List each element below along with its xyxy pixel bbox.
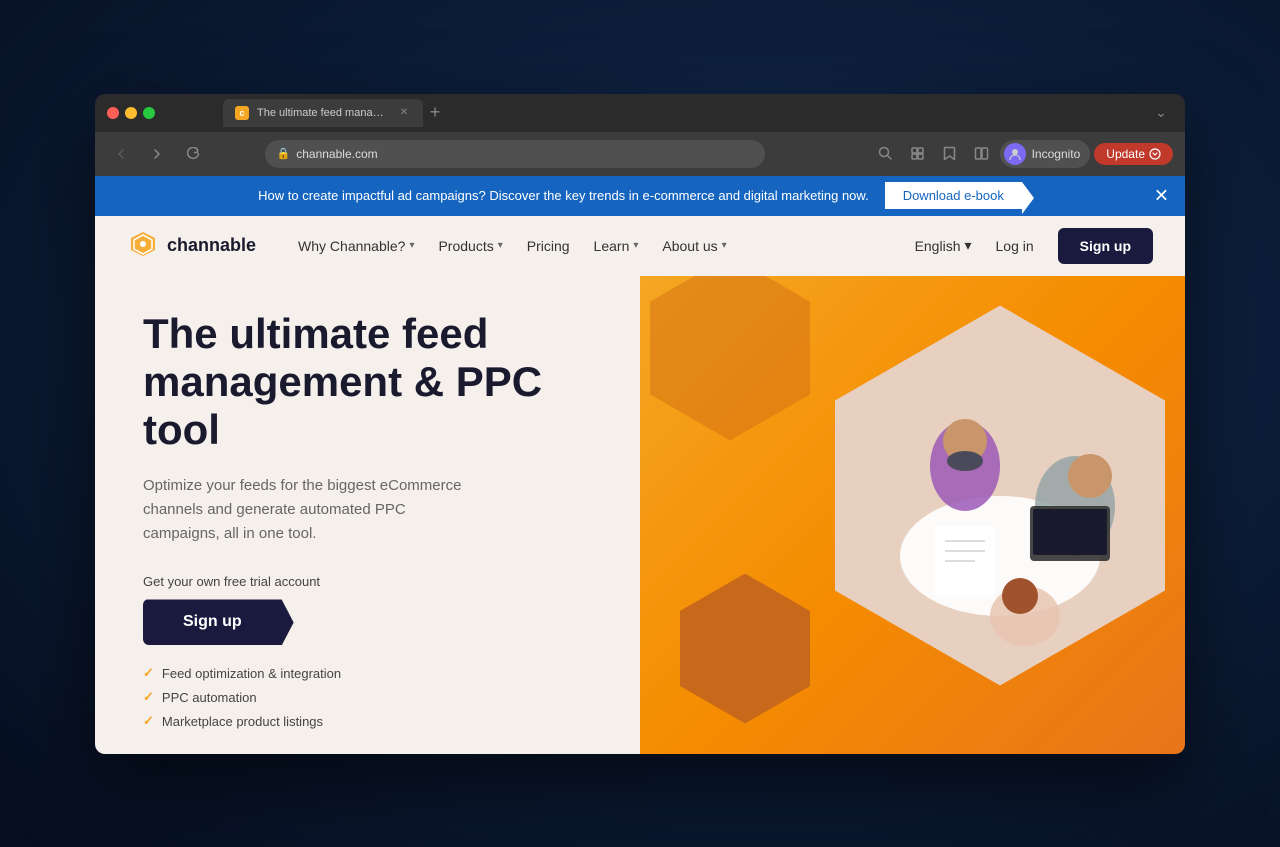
reading-view-icon[interactable]: [968, 140, 996, 168]
checkmark-icon: ✓: [143, 665, 154, 681]
hero-illustration: [640, 276, 1185, 754]
tab-close-button[interactable]: ✕: [397, 106, 411, 120]
profile-avatar: [1004, 143, 1026, 165]
traffic-lights: [107, 107, 155, 119]
feature-item-1: ✓ Feed optimization & integration: [143, 665, 600, 681]
browser-titlebar: c The ultimate feed managemen ✕ + ⌄: [95, 94, 1185, 132]
nav-learn[interactable]: Learn ▾: [584, 232, 649, 260]
logo[interactable]: channable: [127, 230, 256, 262]
team-photo-hex: [835, 306, 1165, 686]
nav-signup-button[interactable]: Sign up: [1058, 228, 1153, 264]
extensions-icon[interactable]: [904, 140, 932, 168]
nav-links: Why Channable? ▾ Products ▾ Pricing Lear…: [288, 232, 915, 260]
login-button[interactable]: Log in: [984, 232, 1046, 260]
chevron-down-icon: ▾: [964, 237, 971, 254]
main-nav: channable Why Channable? ▾ Products ▾ Pr…: [95, 216, 1185, 276]
tab-favicon: c: [235, 106, 249, 120]
language-selector[interactable]: English ▾: [915, 237, 972, 254]
feature-item-3: ✓ Marketplace product listings: [143, 713, 600, 729]
search-icon[interactable]: [872, 140, 900, 168]
new-tab-button[interactable]: +: [423, 101, 447, 125]
address-input[interactable]: 🔒 channable.com: [265, 140, 765, 168]
hex-decoration-top: [650, 276, 810, 441]
update-button[interactable]: Update: [1094, 143, 1173, 165]
window-controls-right: ⌄: [1149, 101, 1173, 125]
checkmark-icon: ✓: [143, 689, 154, 705]
url-text: channable.com: [296, 147, 377, 161]
feature-item-2: ✓ PPC automation: [143, 689, 600, 705]
back-button[interactable]: [107, 140, 135, 168]
logo-text: channable: [167, 235, 256, 256]
browser-window: c The ultimate feed managemen ✕ + ⌄: [95, 94, 1185, 754]
banner-close-button[interactable]: ✕: [1154, 185, 1169, 206]
browser-chrome: c The ultimate feed managemen ✕ + ⌄: [95, 94, 1185, 176]
tab-title: The ultimate feed managemen: [257, 107, 389, 119]
maximize-window-button[interactable]: [143, 107, 155, 119]
toolbar-icons: Incognito Update: [872, 140, 1173, 168]
hex-decoration-bottom: [680, 574, 810, 724]
tab-bar: c The ultimate feed managemen ✕ +: [163, 99, 1141, 127]
hero-right: [640, 276, 1185, 754]
website-content: How to create impactful ad campaigns? Di…: [95, 176, 1185, 754]
address-bar: 🔒 channable.com: [95, 132, 1185, 176]
nav-why-channable[interactable]: Why Channable? ▾: [288, 232, 424, 260]
forward-button[interactable]: [143, 140, 171, 168]
reload-button[interactable]: [179, 140, 207, 168]
browser-tab-active[interactable]: c The ultimate feed managemen ✕: [223, 99, 423, 127]
chevron-down-icon: ▾: [498, 240, 503, 251]
trial-label: Get your own free trial account: [143, 574, 600, 589]
checkmark-icon: ✓: [143, 713, 154, 729]
promo-banner: How to create impactful ad campaigns? Di…: [95, 176, 1185, 216]
profile-button[interactable]: Incognito: [1000, 140, 1091, 168]
hero-title: The ultimate feed management & PPC tool: [143, 310, 600, 455]
chevron-down-icon: ▾: [722, 240, 727, 251]
nav-about-us[interactable]: About us ▾: [652, 232, 736, 260]
window-chevron-down[interactable]: ⌄: [1149, 101, 1173, 125]
banner-text: How to create impactful ad campaigns? Di…: [258, 188, 869, 203]
nav-products[interactable]: Products ▾: [428, 232, 512, 260]
hero-section: The ultimate feed management & PPC tool …: [95, 276, 1185, 754]
chevron-down-icon: ▾: [409, 240, 414, 251]
close-window-button[interactable]: [107, 107, 119, 119]
hero-left: The ultimate feed management & PPC tool …: [95, 276, 640, 754]
bookmark-icon[interactable]: [936, 140, 964, 168]
nav-right: English ▾ Log in Sign up: [915, 228, 1153, 264]
svg-text:c: c: [239, 108, 244, 118]
minimize-window-button[interactable]: [125, 107, 137, 119]
download-ebook-button[interactable]: Download e-book: [885, 182, 1022, 209]
profile-name: Incognito: [1032, 147, 1081, 161]
hero-signup-button[interactable]: Sign up: [143, 599, 294, 645]
channable-logo-icon: [127, 230, 159, 262]
chevron-down-icon: ▾: [633, 240, 638, 251]
features-list: ✓ Feed optimization & integration ✓ PPC …: [143, 665, 600, 729]
lock-icon: 🔒: [277, 147, 291, 160]
nav-pricing[interactable]: Pricing: [517, 232, 580, 260]
hero-subtitle: Optimize your feeds for the biggest eCom…: [143, 474, 483, 546]
